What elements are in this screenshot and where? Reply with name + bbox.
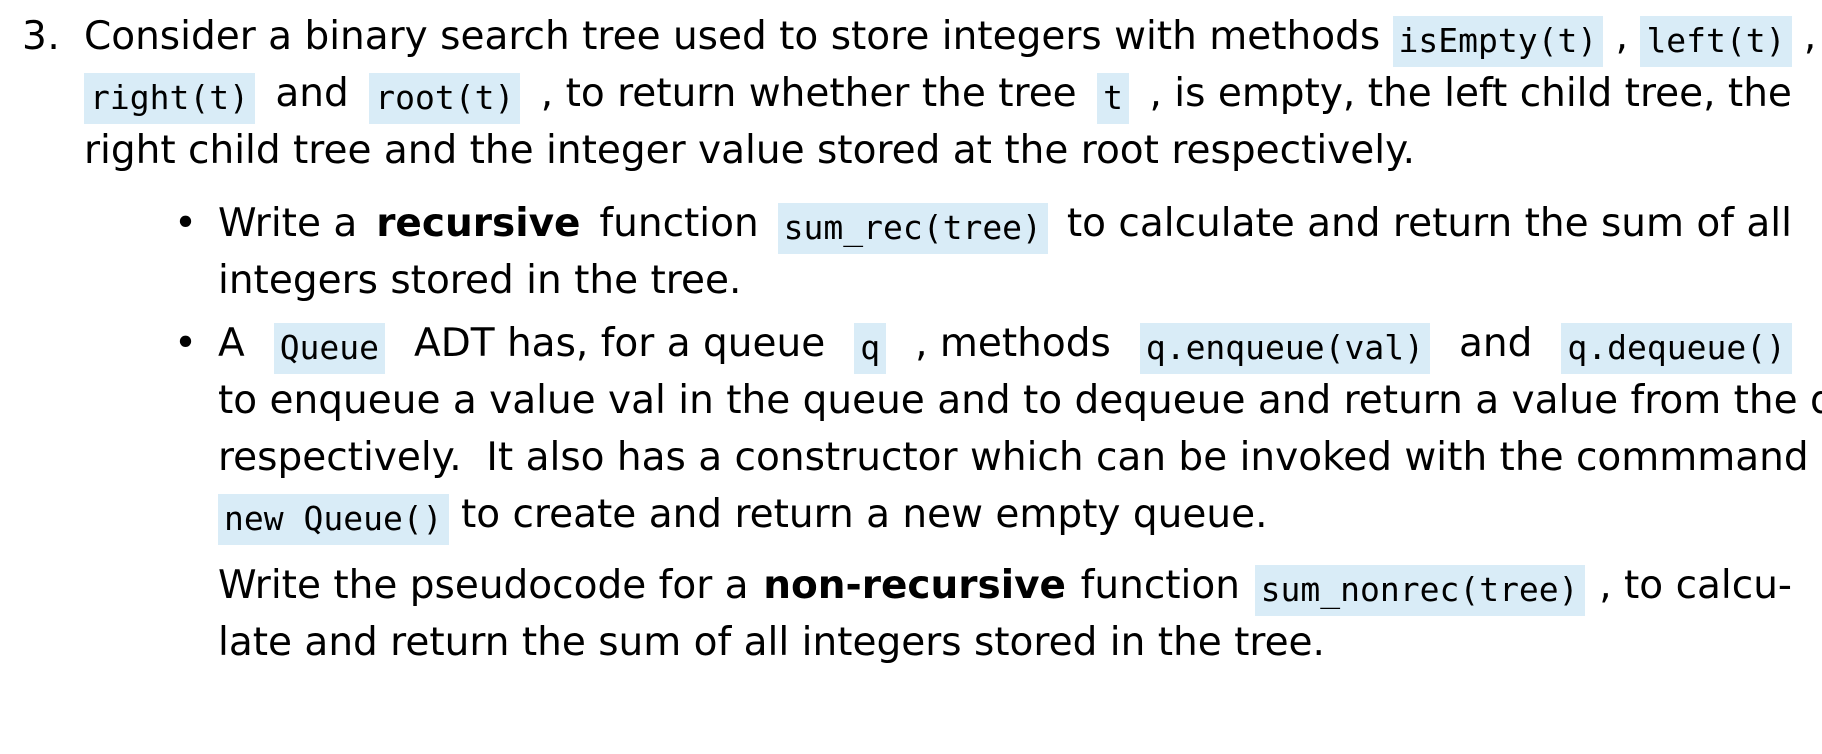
code-span: t — [1097, 73, 1130, 124]
paragraph: A Queue ADT has, for a queue q , methods… — [218, 315, 1822, 545]
code-span: q.dequeue() — [1561, 323, 1792, 374]
paragraph: Write a recursive function sum_rec(tree)… — [218, 195, 1792, 309]
text-line: Write the pseudocode for a non-recursive… — [218, 557, 1792, 616]
question-item-3: 3. Consider a binary search tree used to… — [22, 8, 1822, 677]
code-span: sum_nonrec(tree) — [1254, 565, 1585, 616]
text-run: Consider a binary search tree used to st… — [84, 14, 1393, 59]
text-run: ADT has, for a queue — [401, 321, 838, 366]
code-span: new Queue() — [218, 494, 449, 545]
code-span: right(t) — [84, 73, 255, 124]
text-run: , — [1603, 14, 1641, 59]
text-run: to enqueue a value val in the queue and … — [218, 378, 1822, 423]
text-run: and — [263, 71, 362, 116]
text-run: , is empty, the left child tree, the — [1137, 71, 1792, 116]
text-run: to create and return a new empty queue. — [448, 492, 1268, 537]
bullet-sum-rec: • Write a recursive function sum_rec(tree… — [170, 195, 1792, 309]
code-span: root(t) — [369, 73, 521, 124]
text-line: to enqueue a value val in the queue and … — [218, 372, 1822, 429]
code-span: left(t) — [1640, 16, 1792, 67]
emphasis-text: non-recursive — [763, 563, 1066, 608]
text-line: respectively. It also has a constructor … — [218, 429, 1809, 486]
emphasis-text: recursive — [376, 201, 581, 246]
text-line: late and return the sum of all integers … — [218, 614, 1792, 671]
text-line: Consider a binary search tree used to st… — [84, 8, 1816, 67]
text-run: function — [587, 201, 772, 246]
text-run: late and return the sum of all integers … — [218, 620, 1325, 665]
text-run: respectively. It also has a constructor … — [218, 435, 1809, 480]
text-line: right child tree and the integer value s… — [84, 122, 1792, 179]
code-span: q.enqueue(val) — [1139, 323, 1430, 374]
bullet-queue-adt: • A Queue ADT has, for a queue q , method… — [170, 315, 1822, 671]
text-run: integers stored in the tree. — [218, 258, 742, 303]
text-run: , — [1791, 14, 1817, 59]
paragraph: Write the pseudocode for a non-recursive… — [218, 557, 1792, 671]
question-number: 3. — [22, 14, 61, 59]
bullet-body: Write a recursive function sum_rec(tree)… — [218, 195, 1792, 309]
code-span: Queue — [273, 323, 386, 374]
code-span: sum_rec(tree) — [777, 203, 1048, 254]
text-run: A — [218, 321, 258, 366]
text-run: , methods — [902, 321, 1124, 366]
code-span: q — [854, 323, 887, 374]
text-run: Write a — [218, 201, 370, 246]
text-run: to calculate and return the sum of all — [1054, 201, 1792, 246]
text-run: , to calcu- — [1586, 563, 1792, 608]
exercise-page: 3. Consider a binary search tree used to… — [0, 0, 1822, 754]
bullet-marker-icon: • — [174, 201, 198, 246]
text-line: new Queue() to create and return a new e… — [218, 486, 1792, 545]
text-line: right(t) and root(t) , to return whether… — [84, 65, 1792, 124]
bullet-body: A Queue ADT has, for a queue q , methods… — [218, 315, 1822, 671]
text-run: right child tree and the integer value s… — [84, 128, 1415, 173]
text-line: Write a recursive function sum_rec(tree)… — [218, 195, 1792, 254]
text-line: A Queue ADT has, for a queue q , methods… — [218, 315, 1792, 374]
question-body: Consider a binary search tree used to st… — [84, 8, 1822, 677]
intro-paragraph: Consider a binary search tree used to st… — [84, 8, 1816, 179]
text-line: integers stored in the tree. — [218, 252, 1792, 309]
bullet-list: • Write a recursive function sum_rec(tree… — [84, 195, 1822, 671]
text-run: and — [1446, 321, 1545, 366]
text-run: function — [1068, 563, 1253, 608]
text-run: Write the pseudocode for a — [218, 563, 761, 608]
text-run: , to return whether the tree — [528, 71, 1090, 116]
bullet-marker-icon: • — [174, 321, 198, 366]
code-span: isEmpty(t) — [1392, 16, 1604, 67]
